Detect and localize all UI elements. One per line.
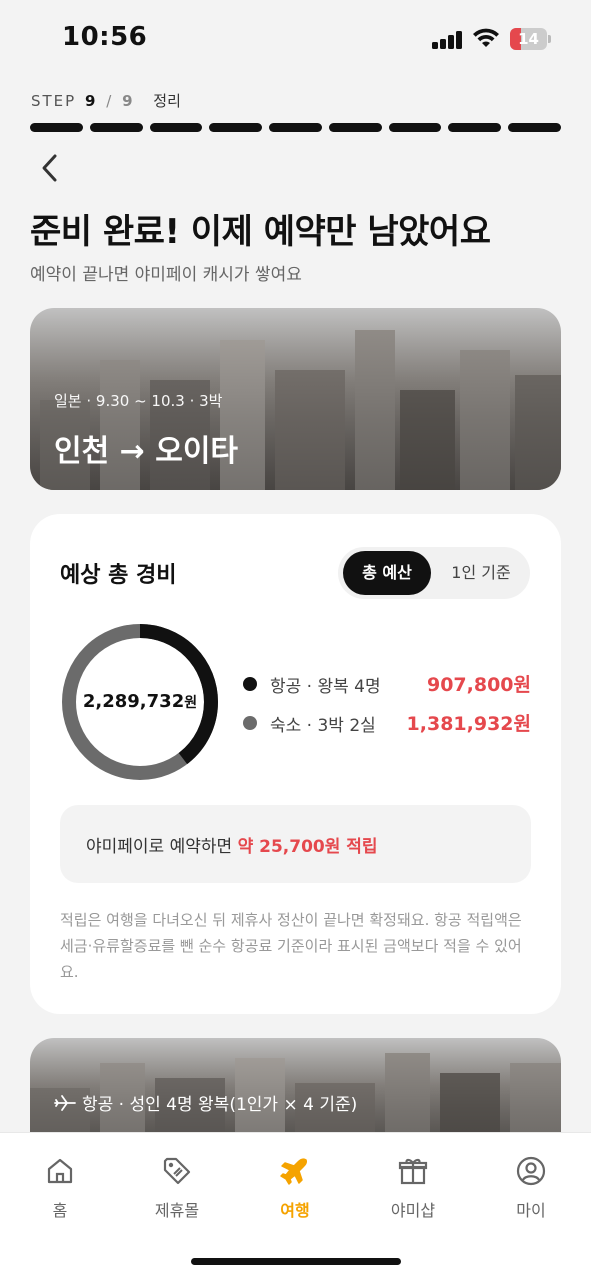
progress-segment xyxy=(269,123,322,132)
progress-segment xyxy=(448,123,502,132)
cost-title: 예상 총 경비 xyxy=(60,563,177,588)
reward-amount: 약 25,700원 적립 xyxy=(237,837,378,857)
toggle-per-person[interactable]: 1인 기준 xyxy=(436,551,526,595)
nav-home[interactable]: 홈 xyxy=(10,1155,110,1225)
airplane-icon xyxy=(54,1094,76,1111)
progress-segment xyxy=(89,123,143,132)
legend-amount: 907,800원 xyxy=(426,674,531,696)
battery-level: 14 xyxy=(518,30,539,48)
step-current: 9 xyxy=(85,92,98,110)
legend-dot-icon xyxy=(243,677,257,691)
tag-icon xyxy=(163,1157,191,1185)
status-time: 10:56 xyxy=(62,22,148,52)
gift-icon xyxy=(398,1158,428,1185)
nav-partner-mall[interactable]: 제휴몰 xyxy=(127,1155,227,1225)
total-amount: 2,289,732원 xyxy=(58,620,222,784)
legend-label: 숙소 · 3박 2실 xyxy=(270,716,376,736)
progress-segment xyxy=(30,123,83,132)
step-total: 9 xyxy=(122,92,135,110)
progress-segment xyxy=(508,123,562,132)
signal-icon xyxy=(432,31,464,49)
nav-my[interactable]: 마이 xyxy=(481,1155,581,1225)
wifi-icon xyxy=(473,28,499,47)
toggle-total-budget[interactable]: 총 예산 xyxy=(343,551,431,595)
total-amount-value: 2,289,732 xyxy=(82,691,185,712)
reward-notice: 적립은 여행을 다녀오신 뒤 제휴사 정산이 끝나면 확정돼요. 항공 적립액은… xyxy=(60,911,522,981)
legend-label: 항공 · 왕복 4명 xyxy=(270,677,381,697)
trip-meta: 일본 · 9.30 ~ 10.3 · 3박 xyxy=(54,392,223,410)
nav-label: 야미샵 xyxy=(390,1201,436,1220)
legend-row-flight: 항공 · 왕복 4명 907,800원 xyxy=(240,670,531,698)
budget-toggle: 총 예산 1인 기준 xyxy=(338,547,530,599)
step-separator: / xyxy=(106,92,114,110)
trip-summary-screen: 10:56 14 STEP 9 / 9 정리 준비 완료! 이제 예약만 남았어… xyxy=(0,0,591,1280)
trip-hero-card[interactable]: 일본 · 9.30 ~ 10.3 · 3박 인천 → 오이타 xyxy=(30,308,561,490)
nav-travel[interactable]: 여행 xyxy=(245,1155,345,1225)
progress-segment xyxy=(328,123,382,132)
reward-banner: 야미페이로 예약하면 약 25,700원 적립 xyxy=(60,805,531,883)
step-label: STEP xyxy=(31,92,77,110)
reward-prefix: 야미페이로 예약하면 xyxy=(86,837,233,857)
total-amount-unit: 원 xyxy=(184,695,198,711)
step-progress-bar xyxy=(30,123,562,132)
nav-yami-shop[interactable]: 야미샵 xyxy=(363,1155,463,1225)
nav-label: 마이 xyxy=(516,1201,546,1220)
flight-detail-label: 항공 · 성인 4명 왕복(1인가 × 4 기준) xyxy=(54,1090,357,1115)
cost-summary-card: 예상 총 경비 총 예산 1인 기준 2,289,732원 항공 · 왕복 4명… xyxy=(30,514,561,1014)
nav-label: 여행 xyxy=(280,1201,310,1220)
progress-segment xyxy=(388,123,442,132)
battery-icon: 14 xyxy=(510,28,552,50)
home-indicator xyxy=(191,1258,401,1265)
legend-amount: 1,381,932원 xyxy=(406,713,531,735)
flight-detail-text: 항공 · 성인 4명 왕복(1인가 × 4 기준) xyxy=(82,1095,358,1115)
progress-segment xyxy=(209,123,263,132)
page-title: 준비 완료! 이제 예약만 남았어요 xyxy=(30,212,491,252)
step-name: 정리 xyxy=(153,92,181,110)
status-bar: 10:56 14 xyxy=(0,0,591,70)
progress-segment xyxy=(149,123,203,132)
nav-label: 홈 xyxy=(52,1201,68,1220)
airplane-icon xyxy=(280,1158,307,1185)
trip-route: 인천 → 오이타 xyxy=(54,434,239,469)
chevron-left-icon xyxy=(42,154,57,182)
legend-row-lodging: 숙소 · 3박 2실 1,381,932원 xyxy=(240,709,531,737)
nav-label: 제휴몰 xyxy=(154,1201,200,1220)
home-icon xyxy=(47,1158,73,1184)
reward-text: 야미페이로 예약하면 약 25,700원 적립 xyxy=(86,832,378,857)
user-icon xyxy=(516,1156,546,1186)
legend-dot-icon xyxy=(243,716,257,730)
page-subtitle: 예약이 끝나면 야미페이 캐시가 쌓여요 xyxy=(30,265,302,285)
step-indicator: STEP 9 / 9 정리 xyxy=(31,90,181,112)
back-button[interactable] xyxy=(30,148,70,188)
